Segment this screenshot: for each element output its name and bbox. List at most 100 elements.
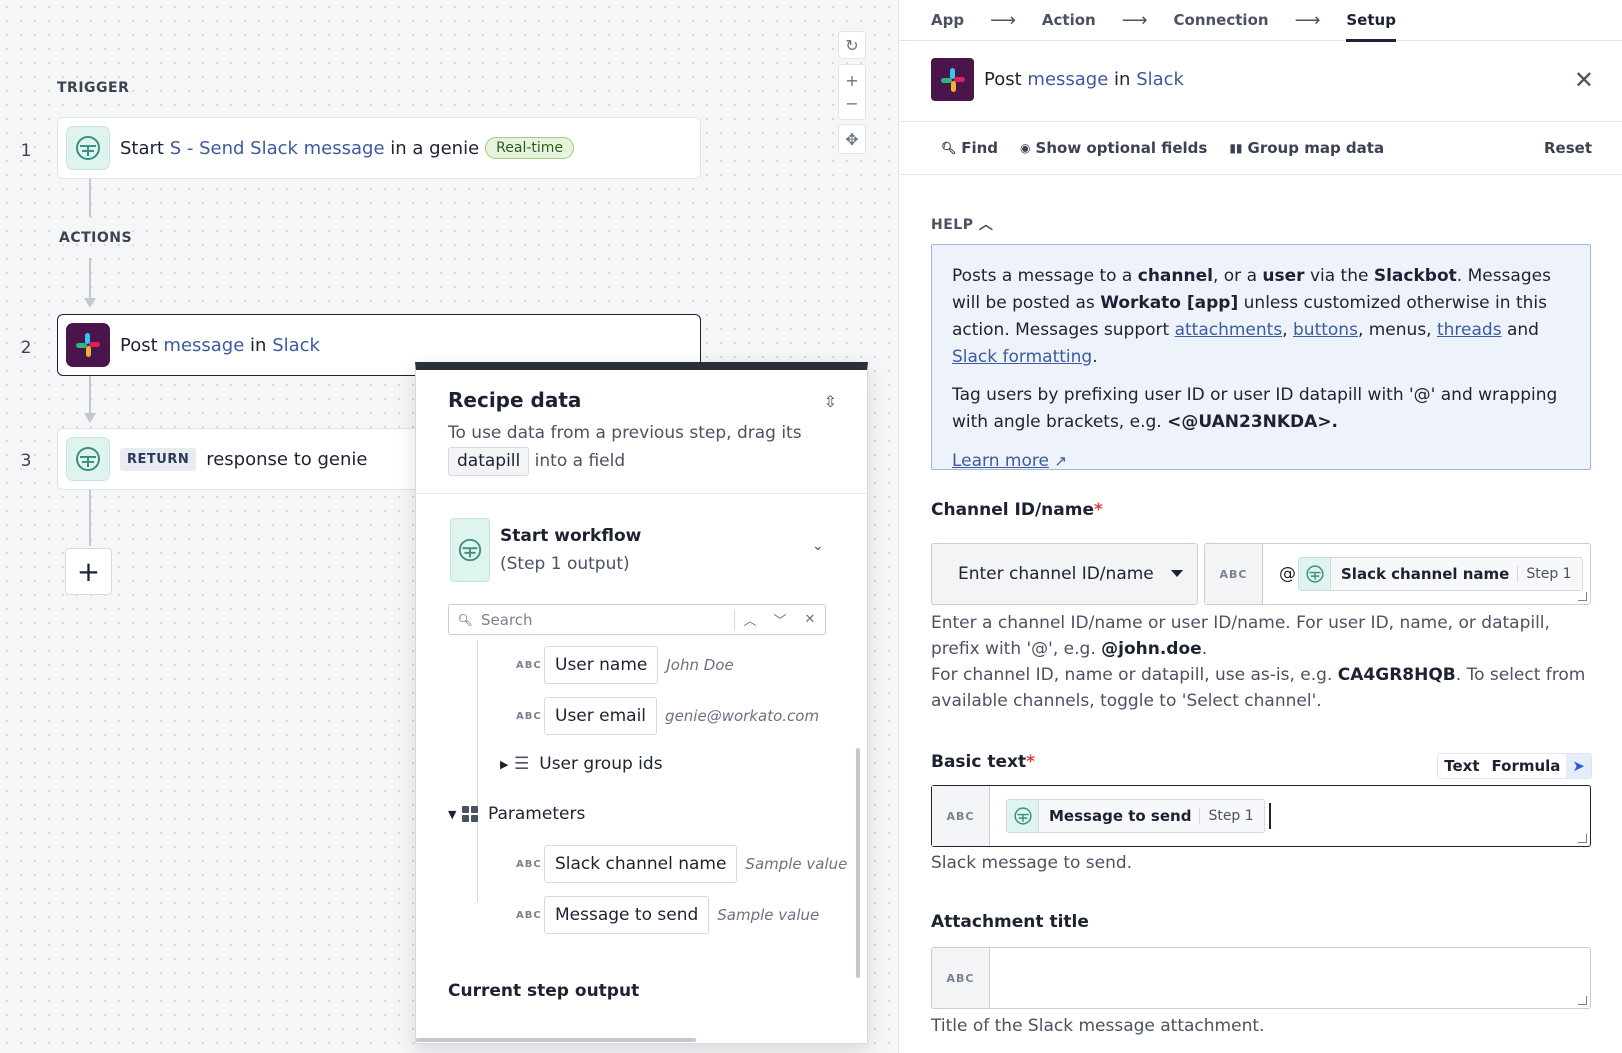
title-prefix: Post — [984, 69, 1022, 90]
datapill[interactable]: User email — [544, 697, 658, 735]
text-mode-button[interactable]: Text — [1438, 754, 1485, 778]
sample-value: John Doe — [666, 656, 734, 674]
chevron-down-icon[interactable]: ⌄ — [812, 538, 824, 554]
object-link[interactable]: message — [1027, 69, 1108, 90]
mapped-datapill[interactable]: Message to send Step 1 — [1006, 799, 1265, 833]
attachment-title-input[interactable]: ABC — [931, 947, 1591, 1009]
zoom-in-icon[interactable]: + — [845, 71, 858, 90]
wizard-step-connection[interactable]: Connection — [1174, 0, 1269, 41]
pill-name: Message to send — [1049, 807, 1192, 825]
title-mid: in — [1114, 69, 1131, 90]
horizontal-scrollbar[interactable] — [416, 1038, 696, 1042]
arrow-right-icon: ⟶ — [1121, 9, 1148, 31]
resize-handle-icon[interactable] — [1578, 996, 1587, 1005]
genie-icon — [1299, 558, 1331, 590]
formula-mode-button[interactable]: Formula — [1486, 754, 1567, 778]
attachments-link[interactable]: attachments — [1175, 320, 1283, 340]
text-cursor — [1268, 803, 1271, 829]
step-prefix: Start — [120, 137, 164, 159]
trigger-step-card[interactable]: Start S - Send Slack message in a genie … — [57, 117, 701, 179]
wizard-step-app[interactable]: App — [931, 0, 964, 41]
find-label: Find — [961, 139, 999, 157]
genie-icon — [66, 126, 110, 170]
collapse-icon[interactable]: ⇳ — [824, 392, 837, 411]
close-icon[interactable]: ✕ — [795, 612, 825, 627]
step-number: 1 — [20, 141, 32, 161]
group-label: Group map data — [1247, 139, 1385, 157]
datapill[interactable]: Message to send — [544, 896, 710, 934]
close-icon[interactable]: ✕ — [1574, 66, 1594, 94]
external-link-icon: ↗ — [1054, 452, 1067, 470]
zoom-out-icon[interactable]: − — [845, 94, 858, 113]
vertical-scrollbar[interactable] — [856, 748, 860, 978]
app-link[interactable]: Slack — [1136, 69, 1184, 90]
datapill-row[interactable]: ABC User name John Doe — [516, 646, 734, 684]
threads-link[interactable]: threads — [1437, 320, 1502, 340]
show-optional-fields-button[interactable]: ◉ Show optional fields — [1020, 139, 1207, 157]
step-number: 3 — [20, 451, 32, 471]
start-workflow-section[interactable]: Start workflow (Step 1 output) — [450, 518, 641, 582]
recipe-link[interactable]: S - Send Slack message — [170, 138, 385, 159]
wizard-step-action[interactable]: Action — [1042, 0, 1096, 41]
datapill-row[interactable]: ABC Slack channel name Sample value — [516, 845, 847, 883]
recipe-canvas: TRIGGER 1 Start S - Send Slack message i… — [0, 0, 898, 1053]
desc-text: into a field — [534, 451, 626, 471]
search-input[interactable]: Search — [481, 611, 734, 629]
channel-mode-select[interactable]: Enter channel ID/name — [931, 543, 1198, 605]
reset-view-icon[interactable]: ↻ — [838, 31, 866, 59]
group-map-data-button[interactable]: ▮▮ Group map data — [1229, 139, 1384, 157]
mapped-datapill[interactable]: Slack channel name Step 1 — [1298, 557, 1583, 591]
datapill[interactable]: Slack channel name — [544, 845, 738, 883]
chevron-down-icon[interactable]: ﹀ — [765, 610, 795, 629]
connector-line — [89, 490, 91, 546]
datapill[interactable]: User name — [544, 646, 659, 684]
basic-text-field-label: Basic text* — [931, 752, 1036, 772]
step-suffix: in a genie — [390, 137, 480, 159]
user-group-ids-node[interactable]: ▶ ☰ User group ids — [500, 754, 663, 774]
chevron-up-icon: ︿ — [978, 217, 994, 233]
type-tag: ABC — [932, 786, 990, 846]
step-number: 2 — [20, 338, 32, 358]
attachment-title-help: Title of the Slack message attachment. — [931, 1016, 1265, 1036]
help-toggle[interactable]: HELP ︿ — [931, 214, 993, 234]
buttons-link[interactable]: buttons — [1293, 320, 1358, 340]
chevron-up-icon[interactable]: ︿ — [735, 610, 765, 629]
datapill-search[interactable]: 🔍︎ Search ︿ ﹀ ✕ — [448, 604, 826, 635]
fit-to-screen-icon[interactable]: ✥ — [838, 124, 866, 154]
resize-handle-icon[interactable] — [1578, 834, 1587, 843]
sample-value: Sample value — [717, 906, 820, 924]
node-label: Parameters — [488, 804, 586, 824]
slack-icon — [66, 323, 110, 367]
wizard-step-setup[interactable]: Setup — [1346, 0, 1396, 42]
start-workflow-subtitle: (Step 1 output) — [500, 554, 630, 574]
step-text: response to genie — [206, 448, 368, 470]
parameters-node[interactable]: ▼ Parameters — [448, 804, 585, 824]
type-tag: ABC — [516, 710, 542, 722]
app-link[interactable]: Slack — [272, 335, 320, 356]
datapill-row[interactable]: ABC Message to send Sample value — [516, 896, 819, 934]
recipe-data-header: Recipe data To use data from a previous … — [416, 370, 867, 494]
realtime-badge: Real-time — [485, 137, 575, 159]
expand-icon[interactable]: ▶ — [500, 758, 514, 771]
learn-more-link[interactable]: Learn more — [952, 451, 1049, 471]
collapse-caret-icon[interactable]: ▼ — [448, 808, 462, 821]
channel-input[interactable]: ABC @ Slack channel name Step 1 — [1204, 543, 1591, 605]
wizard-breadcrumb: App ⟶ Action ⟶ Connection ⟶ Setup — [899, 0, 1622, 42]
datapill-row[interactable]: ABC User email genie@workato.com — [516, 697, 819, 735]
slack-icon — [931, 58, 974, 101]
panel-title: Post message in Slack — [931, 58, 1184, 101]
slack-formatting-link[interactable]: Slack formatting — [952, 347, 1092, 367]
recipe-data-description: To use data from a previous step, drag i… — [448, 420, 835, 476]
channel-field-label: Channel ID/name* — [931, 500, 1103, 520]
reset-button[interactable]: Reset — [1544, 139, 1592, 157]
help-paragraph: Posts a message to a channel, or a user … — [952, 266, 1551, 367]
basic-text-input[interactable]: ABC Message to send Step 1 — [931, 785, 1591, 847]
start-workflow-title: Start workflow — [500, 526, 642, 546]
connector-line — [89, 376, 91, 413]
add-step-button[interactable]: + — [65, 548, 112, 595]
find-button[interactable]: 🔍︎ Find — [941, 139, 998, 157]
help-paragraph: Tag users by prefixing user ID or user I… — [952, 385, 1558, 432]
object-link[interactable]: message — [163, 335, 244, 356]
send-arrow-icon[interactable]: ➤ — [1566, 754, 1591, 778]
resize-handle-icon[interactable] — [1578, 592, 1587, 601]
